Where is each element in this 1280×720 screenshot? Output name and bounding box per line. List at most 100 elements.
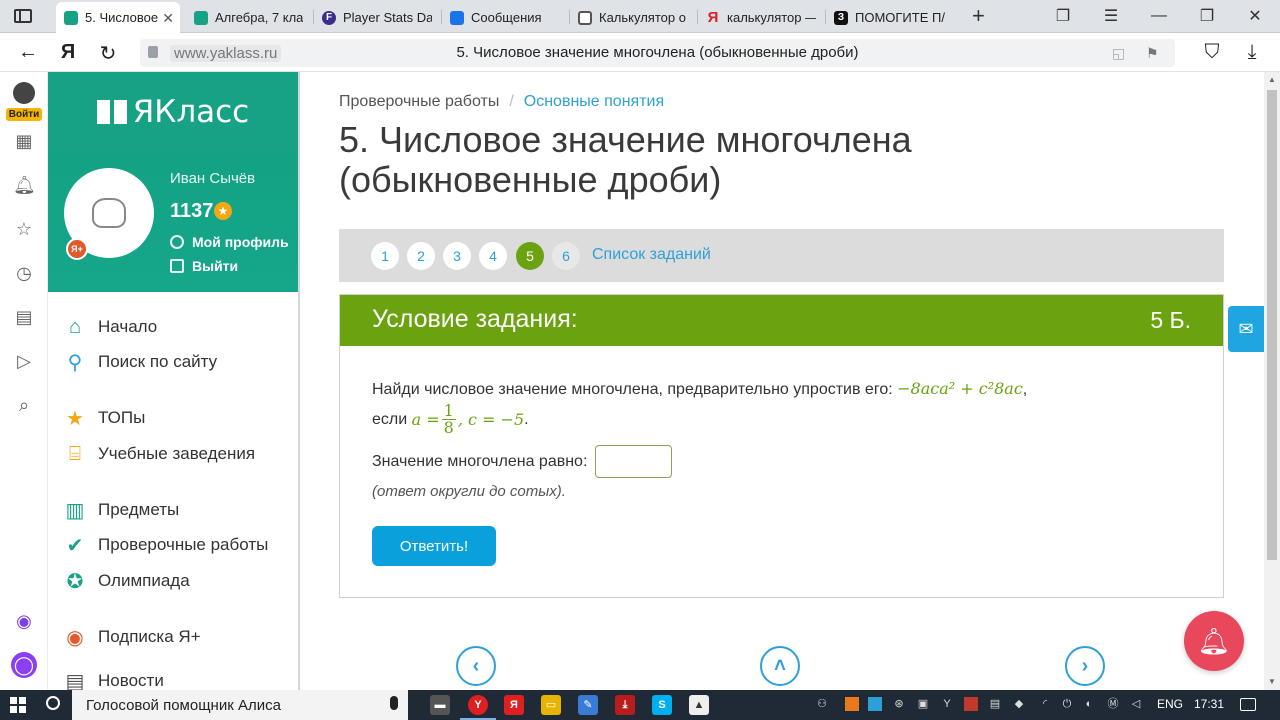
tray-app-icon[interactable]: Ⓜ xyxy=(1106,697,1120,711)
taskbar-search-box[interactable]: Голосовой помощник Алиса xyxy=(72,690,408,720)
task-statement: Найди числовое значение многочлена, пред… xyxy=(372,379,1028,398)
history-clock-icon[interactable]: ◷ xyxy=(13,262,35,284)
tray-app-icon[interactable]: ◐ xyxy=(1082,697,1096,711)
yandex-tray-icon[interactable]: Y xyxy=(940,697,954,711)
volume-icon[interactable]: ◁ xyxy=(1129,697,1143,711)
steam-icon[interactable]: ⊛ xyxy=(892,697,906,711)
alice-assistant-icon[interactable]: ◯ xyxy=(11,652,37,678)
up-arrow-button[interactable]: ˄ xyxy=(760,646,800,686)
next-arrow-button[interactable]: › xyxy=(1065,646,1105,686)
close-window-button[interactable]: ✕ xyxy=(1232,4,1278,28)
submit-answer-button[interactable]: Ответить! xyxy=(372,526,496,566)
people-icon[interactable]: ⚇ xyxy=(815,697,829,711)
skype-icon[interactable]: S xyxy=(652,695,672,715)
menu-item-news[interactable]: ▤ Новости xyxy=(64,670,164,691)
page-title: 5. Числовое значение многочлена (обыкнов… xyxy=(339,119,912,200)
notifications-bell-icon[interactable]: 🔔︎ xyxy=(13,174,36,196)
task-list-link[interactable]: Список заданий xyxy=(592,246,711,264)
notification-bell-button[interactable]: 🔔︎ xyxy=(1184,611,1244,671)
tray-app-icon[interactable] xyxy=(845,697,859,711)
protect-icon[interactable]: ⛉ xyxy=(1200,41,1224,64)
menu-item-olympiad[interactable]: ✪ Олимпиада xyxy=(64,570,190,593)
menu-item-tops[interactable]: ★ ТОПы xyxy=(64,407,145,430)
tab-algebra[interactable]: Алгебра, 7 кла xyxy=(186,2,312,33)
scroll-up-icon[interactable]: ▲ xyxy=(1264,72,1280,88)
bookmark-icon[interactable]: ⚑ xyxy=(1146,45,1159,62)
task-points: 5 Б. xyxy=(1150,307,1191,333)
alice-app-icon[interactable]: ◉ xyxy=(13,610,35,632)
tray-app-icon[interactable]: ▣ xyxy=(916,697,930,711)
tab-messages[interactable]: Сообщения xyxy=(442,2,568,33)
image-search-icon[interactable]: ⌕ xyxy=(13,394,35,416)
scroll-down-icon[interactable]: ▼ xyxy=(1264,674,1280,690)
logout-link[interactable]: Выйти xyxy=(170,258,238,274)
tray-app-icon[interactable] xyxy=(868,697,882,711)
tab-help[interactable]: З ПОМОГИТЕ П/ xyxy=(826,2,956,33)
taskbar-app-icon[interactable]: ▬ xyxy=(430,695,450,715)
breadcrumb-current[interactable]: Основные понятия xyxy=(524,93,664,110)
file-explorer-icon[interactable]: ▭ xyxy=(541,695,561,715)
notes-icon[interactable]: ▤ xyxy=(13,306,35,328)
windows-start-icon[interactable] xyxy=(10,697,26,713)
step-3[interactable]: 3 xyxy=(443,242,471,270)
breadcrumb-root[interactable]: Проверочные работы xyxy=(339,93,499,110)
scroll-thumb[interactable] xyxy=(1267,90,1277,560)
language-indicator[interactable]: ENG xyxy=(1157,697,1183,711)
minimize-button[interactable]: — xyxy=(1136,4,1182,28)
restore-button[interactable]: ❐ xyxy=(1184,4,1230,28)
url-field[interactable]: www.yaklass.ru 5. Числовое значение мног… xyxy=(140,39,1175,67)
play-icon[interactable]: ▷ xyxy=(13,350,35,372)
reader-mode-icon[interactable]: ◱ xyxy=(1112,45,1125,62)
menu-icon[interactable]: ☰ xyxy=(1088,4,1134,28)
step-4[interactable]: 4 xyxy=(479,242,507,270)
tray-app-icon[interactable]: ⏻ xyxy=(1060,697,1074,711)
search-icon[interactable] xyxy=(46,696,60,710)
prev-arrow-button[interactable]: ‹ xyxy=(456,646,496,686)
user-avatar-icon xyxy=(13,82,35,104)
step-6[interactable]: 6 xyxy=(552,242,580,270)
step-1[interactable]: 1 xyxy=(371,242,399,270)
photos-icon[interactable]: ▲ xyxy=(689,695,709,715)
my-profile-link[interactable]: Мой профиль xyxy=(170,234,289,250)
back-button[interactable]: ← xyxy=(16,41,40,64)
action-center-icon[interactable] xyxy=(1240,698,1256,711)
url-domain: www.yaklass.ru xyxy=(170,45,282,62)
tray-app-icon[interactable]: ◆ xyxy=(1012,697,1026,711)
rail-login-button[interactable]: Войти xyxy=(5,82,43,122)
tab-yandex-calculator[interactable]: Я калькулятор — xyxy=(698,2,824,33)
yandex-taskbar-icon[interactable]: Я xyxy=(504,695,524,715)
collections-icon[interactable]: ❐ xyxy=(1040,4,1086,28)
yandex-logo-icon[interactable]: Я xyxy=(56,41,80,64)
sidebar-toggle-icon[interactable] xyxy=(14,9,32,23)
tab-player-stats[interactable]: F Player Stats Da xyxy=(314,2,440,33)
page-scrollbar[interactable]: ▲ ▼ xyxy=(1264,72,1280,690)
reload-button[interactable]: ↻ xyxy=(96,41,120,66)
antivirus-icon[interactable] xyxy=(964,697,978,711)
menu-item-tests[interactable]: ✔ Проверочные работы xyxy=(64,534,269,557)
menu-item-home[interactable]: ⌂ Начало xyxy=(64,316,157,338)
tray-app-icon[interactable]: ▤ xyxy=(988,697,1002,711)
microphone-icon[interactable] xyxy=(390,696,398,710)
site-logo[interactable]: ЯКласс xyxy=(48,72,298,152)
feedback-mail-icon[interactable]: ✉ xyxy=(1228,306,1264,352)
menu-item-institutions[interactable]: ⌸ Учебные заведения xyxy=(64,443,255,465)
wifi-icon[interactable]: ◜ xyxy=(1038,697,1052,711)
paint-icon[interactable]: ✎ xyxy=(578,695,598,715)
lock-icon xyxy=(148,46,158,58)
favorites-star-icon[interactable]: ☆ xyxy=(13,218,35,240)
tab-calculator[interactable]: Калькулятор о xyxy=(570,2,696,33)
menu-item-subscription[interactable]: ◉ Подписка Я+ xyxy=(64,626,200,649)
menu-item-search[interactable]: ⚲ Поиск по сайту xyxy=(64,351,217,374)
menu-item-subjects[interactable]: ▥ Предметы xyxy=(64,499,180,522)
new-tab-button[interactable]: + xyxy=(972,5,985,27)
download-manager-icon[interactable]: ⤓ xyxy=(615,695,635,715)
answer-input[interactable] xyxy=(595,445,673,478)
download-icon[interactable]: ⤓ xyxy=(1240,41,1264,64)
tab-close-icon[interactable]: ✕ xyxy=(162,10,174,27)
clock[interactable]: 17:31 xyxy=(1194,697,1224,711)
tab-yaklass[interactable]: 5. Числовое ✕ xyxy=(56,2,180,33)
yandex-browser-taskbar-icon[interactable]: Y xyxy=(460,695,496,720)
step-2[interactable]: 2 xyxy=(407,242,435,270)
step-5-current[interactable]: 5 xyxy=(516,242,544,270)
apps-grid-icon[interactable]: ▦ xyxy=(13,130,35,152)
